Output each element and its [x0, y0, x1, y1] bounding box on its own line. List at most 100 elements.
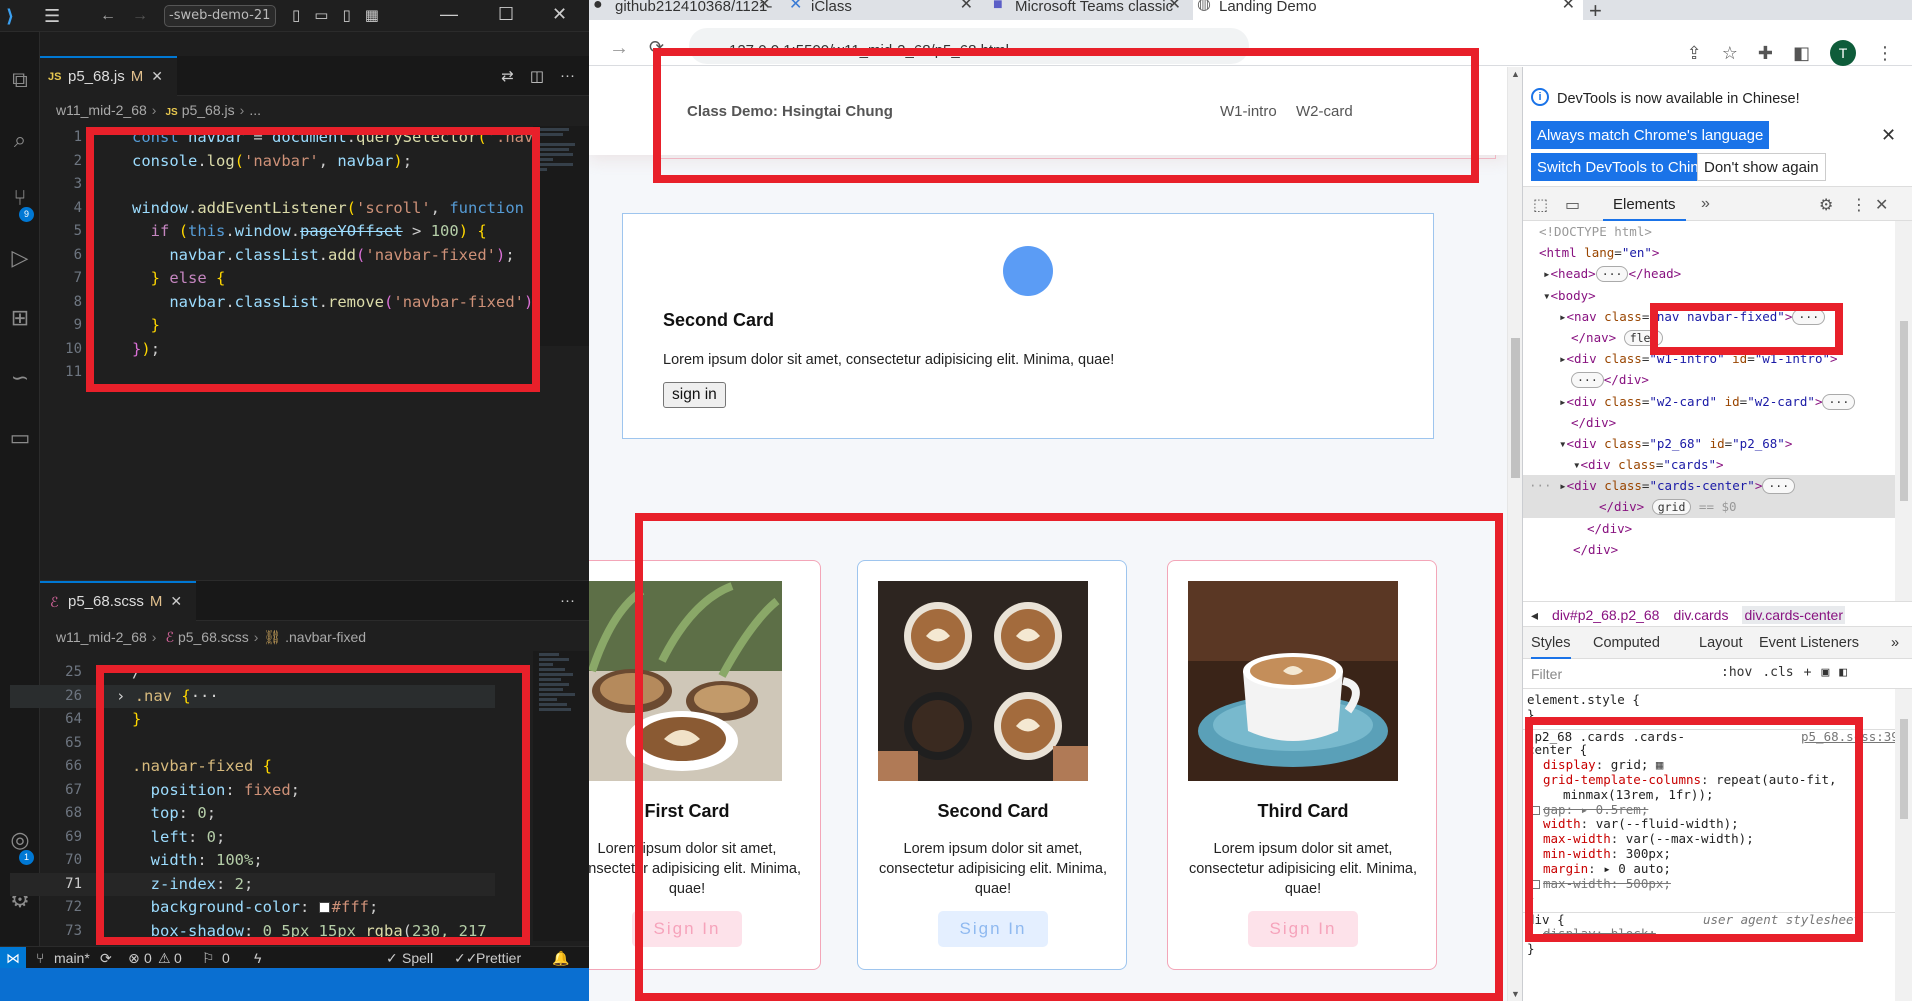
tab-styles[interactable]: Styles: [1531, 635, 1571, 659]
dom-node[interactable]: ▸<head> ··· </head>: [1523, 263, 1895, 284]
close-window-icon[interactable]: ✕: [552, 4, 567, 25]
sign-in-button[interactable]: Sign In: [1248, 911, 1358, 947]
explorer-icon[interactable]: ⧉: [6, 66, 34, 94]
close-devtools-icon[interactable]: ✕: [1875, 195, 1888, 215]
dom-node[interactable]: <!DOCTYPE html>: [1523, 221, 1895, 242]
ports-icon[interactable]: ⚐: [202, 950, 215, 967]
dom-scrollbar[interactable]: [1895, 221, 1912, 601]
dom-node[interactable]: ▾<body>: [1523, 285, 1895, 306]
prettier-icon[interactable]: ✓✓: [454, 950, 477, 967]
branch-name[interactable]: main*: [54, 950, 90, 966]
code-editor-js[interactable]: 1 const navbar = document.querySelector('…: [40, 126, 589, 385]
tab-p5-js[interactable]: JS p5_68.js M ✕: [40, 56, 177, 96]
tab-elements[interactable]: Elements: [1603, 187, 1686, 221]
tab-event-listeners[interactable]: Event Listeners: [1759, 635, 1859, 651]
more-tabs-chevron-icon[interactable]: »: [1701, 195, 1710, 213]
more-actions-icon[interactable]: ···: [560, 67, 575, 85]
crumb[interactable]: div.cards: [1673, 607, 1728, 623]
error-count[interactable]: 0: [144, 950, 152, 966]
breadcrumb-file[interactable]: p5_68.js: [182, 102, 235, 118]
remote-indicator-icon[interactable]: ⋈: [0, 947, 26, 968]
always-match-language-button[interactable]: Always match Chrome's language: [1531, 121, 1770, 149]
style-declaration[interactable]: min-width: 300px;: [1523, 846, 1895, 862]
style-declaration[interactable]: display: grid; ▦: [1523, 757, 1895, 773]
hover-state-toggle[interactable]: :hov: [1721, 665, 1752, 680]
browser-tab[interactable]: ● github212410368/1121- ✕: [589, 0, 779, 20]
live-share-icon[interactable]: ϟ: [254, 950, 261, 966]
spell-check-icon[interactable]: ✓: [386, 950, 398, 967]
nav-link-w2-card[interactable]: W2-card: [1296, 103, 1353, 120]
dom-node[interactable]: </nav> flex: [1523, 327, 1895, 348]
url-field[interactable]: 127.0.0.1:5500/w11_mid-2_68/p5_68.html: [689, 28, 1249, 64]
tab-p5-scss[interactable]: ℰ p5_68.scss M ✕: [40, 581, 197, 621]
close-infobar-icon[interactable]: ✕: [1881, 125, 1896, 146]
notifications-bell-icon[interactable]: 🔔: [552, 950, 569, 967]
close-tab-icon[interactable]: ✕: [960, 0, 973, 13]
extensions-puzzle-icon[interactable]: ✚: [1758, 43, 1773, 64]
share-icon[interactable]: ⇪: [1687, 43, 1702, 64]
scrollbar-thumb[interactable]: [1900, 321, 1908, 501]
minimap[interactable]: [533, 126, 589, 346]
python-icon[interactable]: ∽: [6, 364, 34, 392]
dom-node[interactable]: <html lang="en">: [1523, 242, 1895, 263]
breadcrumb-symbol[interactable]: ...: [249, 102, 261, 118]
minimap[interactable]: [533, 651, 589, 941]
code-editor-scss[interactable]: 25/ 26 › .nav {··· 64} 65 66 .navbar-fixed…: [10, 661, 495, 943]
close-tab-icon[interactable]: ✕: [1562, 0, 1575, 13]
dom-node[interactable]: </div>: [1523, 518, 1895, 539]
tab-computed[interactable]: Computed: [1593, 635, 1660, 651]
profile-avatar[interactable]: T: [1830, 40, 1856, 66]
warning-count[interactable]: 0: [174, 950, 182, 966]
devtools-menu-icon[interactable]: ⋮: [1851, 195, 1867, 215]
sign-in-button[interactable]: Sign In: [938, 911, 1048, 947]
dont-show-again-button[interactable]: Don't show again: [1697, 153, 1826, 181]
dom-node[interactable]: </div>: [1523, 539, 1895, 560]
styles-pane[interactable]: element.style { } .p2_68 .cards .cards- …: [1523, 689, 1899, 1001]
toggle-primary-sidebar-icon[interactable]: ▯: [292, 6, 300, 24]
inspect-element-icon[interactable]: ⬚: [1533, 195, 1548, 215]
style-declaration[interactable]: margin: ▸ 0 auto;: [1523, 861, 1895, 877]
dom-node[interactable]: ··· </div>: [1523, 369, 1895, 390]
branch-icon[interactable]: ⑂: [36, 950, 44, 966]
customize-layout-icon[interactable]: ▦: [365, 6, 379, 24]
chrome-menu-icon[interactable]: ⋮: [1876, 43, 1894, 64]
forward-arrow-icon[interactable]: →: [132, 7, 148, 25]
dom-node[interactable]: ▸<div class="w1-intro" id="w1-intro">: [1523, 348, 1895, 369]
styles-filter-input[interactable]: Filter: [1531, 666, 1562, 682]
breadcrumb-folder[interactable]: w11_mid-2_68: [56, 629, 147, 645]
class-toggle[interactable]: .cls: [1762, 665, 1793, 680]
close-tab-icon[interactable]: ✕: [170, 593, 182, 609]
menu-icon[interactable]: ☰: [44, 6, 60, 27]
spell-label[interactable]: Spell: [402, 950, 433, 966]
browser-tab[interactable]: ■ Microsoft Teams classic ✕: [989, 0, 1189, 20]
toggle-secondary-sidebar-icon[interactable]: ▯: [342, 6, 350, 24]
command-center-search[interactable]: -sweb-demo-21: [164, 5, 276, 27]
forward-arrow-icon[interactable]: →: [609, 37, 629, 60]
tab-layout[interactable]: Layout: [1699, 635, 1743, 651]
search-icon[interactable]: ⌕: [6, 126, 34, 154]
style-source-link[interactable]: p5_68.scss:39: [1801, 729, 1899, 745]
style-declaration[interactable]: max-width: var(--max-width);: [1523, 831, 1895, 847]
devtools-settings-gear-icon[interactable]: ⚙: [1819, 195, 1833, 215]
sign-in-button[interactable]: sign in: [663, 382, 726, 408]
close-tab-icon[interactable]: ✕: [1168, 0, 1181, 13]
dom-tree[interactable]: <!DOCTYPE html> <html lang="en"> ▸<head>…: [1523, 221, 1895, 601]
dom-node[interactable]: ▸<nav class="nav navbar-fixed"> ···: [1523, 306, 1895, 327]
extensions-icon[interactable]: ⊞: [6, 304, 34, 332]
breadcrumb-folder[interactable]: w11_mid-2_68: [56, 102, 147, 118]
close-tab-icon[interactable]: ✕: [151, 68, 163, 84]
styles-scrollbar[interactable]: [1895, 689, 1912, 1001]
navbar-brand[interactable]: Class Demo: Hsingtai Chung: [687, 103, 893, 120]
scrollbar-thumb[interactable]: [1900, 719, 1908, 819]
more-tabs-chevron-icon[interactable]: »: [1891, 635, 1899, 651]
warning-icon[interactable]: ⚠: [158, 950, 171, 967]
prettier-label[interactable]: Prettier: [476, 950, 521, 966]
scrollbar-thumb[interactable]: [1511, 338, 1520, 478]
bookmark-star-icon[interactable]: ☆: [1722, 43, 1738, 64]
nav-link-w1-intro[interactable]: W1-intro: [1220, 103, 1277, 120]
ports-count[interactable]: 0: [222, 950, 230, 966]
compare-changes-icon[interactable]: ⇄: [501, 67, 514, 85]
more-actions-icon[interactable]: ···: [560, 592, 575, 609]
dom-node[interactable]: ▾<div class="cards">: [1523, 454, 1895, 475]
back-arrow-icon[interactable]: ←: [100, 7, 116, 25]
